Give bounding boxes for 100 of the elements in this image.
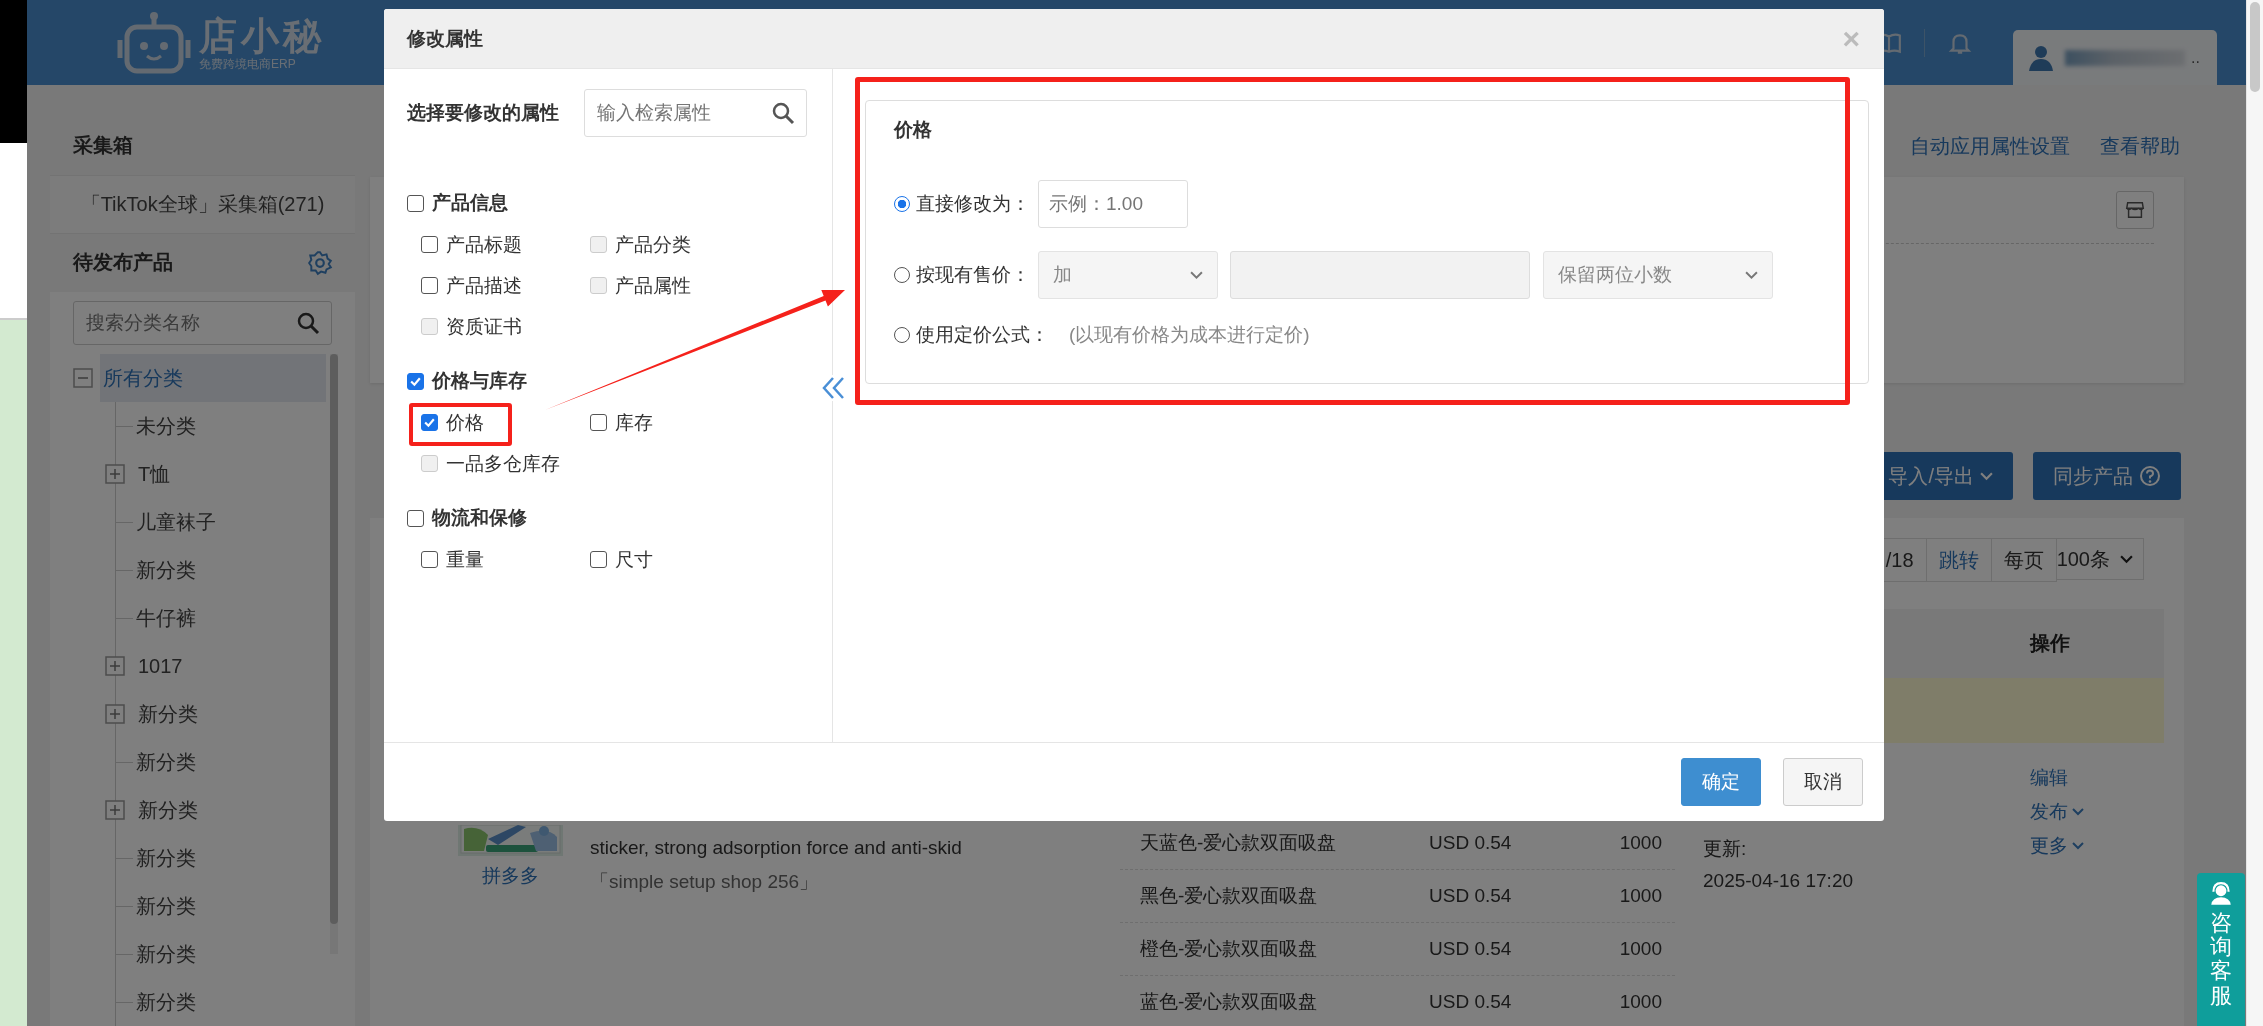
- checkbox-label: 价格: [446, 410, 484, 435]
- variant-stock: 1000: [1619, 938, 1663, 960]
- scrollbar[interactable]: [2246, 0, 2263, 1026]
- tree-item[interactable]: 新分类: [138, 690, 198, 738]
- per-page-select[interactable]: 100条: [2056, 538, 2144, 580]
- action-link[interactable]: 编辑: [2030, 761, 2068, 795]
- tree-item[interactable]: 未分类: [136, 402, 196, 450]
- option-note: (以现有价格为成本进行定价): [1069, 323, 1310, 347]
- tree-item[interactable]: 新分类: [136, 978, 196, 1026]
- checkbox-label: 产品属性: [615, 273, 691, 298]
- section-header: 采集箱: [50, 115, 355, 175]
- sync-button[interactable]: 同步产品: [2033, 452, 2181, 500]
- checkbox[interactable]: [407, 194, 424, 212]
- expand-icon[interactable]: [105, 464, 125, 484]
- chevron-down-icon: [1190, 270, 1203, 280]
- checkbox[interactable]: [407, 372, 424, 390]
- logo-text: 店小秘: [199, 14, 325, 57]
- checkbox[interactable]: [590, 551, 607, 568]
- tree-item[interactable]: 新分类: [136, 738, 196, 786]
- radio-button[interactable]: [894, 327, 910, 343]
- support-button[interactable]: 咨询客服: [2197, 873, 2245, 1026]
- section-title: 待发布产品: [73, 250, 173, 276]
- scrollbar[interactable]: [330, 354, 338, 954]
- tree-item[interactable]: 新分类: [136, 930, 196, 978]
- tree-item[interactable]: 1017: [138, 642, 183, 690]
- checkbox-label: 重量: [446, 547, 484, 572]
- checkbox[interactable]: [421, 551, 438, 568]
- variant-name: 黑色-爱心款双面吸盘: [1139, 884, 1319, 908]
- tree-item[interactable]: 新分类: [136, 546, 196, 594]
- shop-name: 「simple setup shop 256」: [590, 870, 820, 894]
- action-link[interactable]: 发布: [2030, 795, 2084, 829]
- expand-icon[interactable]: [105, 800, 125, 820]
- search-icon[interactable]: [771, 101, 795, 125]
- rounding-select[interactable]: 保留两位小数: [1543, 251, 1773, 299]
- checkbox-label: 产品标题: [446, 232, 522, 257]
- tree-item[interactable]: 所有分类: [100, 354, 326, 402]
- link[interactable]: 查看帮助: [2100, 132, 2180, 160]
- search-icon[interactable]: [296, 310, 320, 335]
- option-label: 使用定价公式：: [916, 323, 1049, 347]
- per-page-label: 每页: [1991, 538, 2057, 582]
- operation-select[interactable]: 加: [1038, 251, 1218, 299]
- action-link[interactable]: 更多: [2030, 829, 2084, 863]
- group-label: 价格与库存: [432, 369, 527, 393]
- tree-item[interactable]: 牛仔裤: [136, 594, 196, 642]
- checkbox[interactable]: [407, 509, 424, 527]
- robot-logo-icon: [117, 11, 191, 74]
- variant-name: 天蓝色-爱心款双面吸盘: [1139, 831, 1338, 855]
- update-label: 更新:: [1703, 837, 1748, 861]
- checkbox[interactable]: [590, 414, 607, 431]
- checkbox-label: 库存: [615, 410, 653, 435]
- tree-item[interactable]: T恤: [138, 450, 171, 498]
- tree-item[interactable]: 儿童袜子: [136, 498, 216, 546]
- store-button[interactable]: [2116, 191, 2154, 229]
- option-label: 直接修改为：: [916, 192, 1031, 216]
- checkbox[interactable]: [421, 236, 438, 253]
- collapse-icon[interactable]: [73, 368, 93, 388]
- checkbox[interactable]: [421, 277, 438, 294]
- variant-stock: 1000: [1619, 832, 1663, 854]
- chevron-down-icon: [2072, 808, 2084, 816]
- expand-icon[interactable]: [105, 704, 125, 724]
- checkbox-label: 资质证书: [446, 314, 522, 339]
- column-header: 操作: [2028, 631, 2071, 656]
- checkbox-label: 产品描述: [446, 273, 522, 298]
- settings-icon[interactable]: [307, 249, 333, 276]
- source-link[interactable]: 拼多多: [481, 861, 539, 891]
- chevron-down-icon: [1745, 270, 1758, 280]
- radio-button[interactable]: [894, 196, 910, 212]
- link[interactable]: 自动应用属性设置: [1910, 132, 2070, 160]
- checkbox-label: 尺寸: [615, 547, 653, 572]
- chevron-down-icon: [1980, 471, 1993, 481]
- dialog-title: 修改属性: [407, 26, 483, 51]
- chevron-down-icon: [2072, 842, 2084, 850]
- tree-item[interactable]: 新分类: [138, 786, 198, 834]
- tree-item[interactable]: 新分类: [136, 834, 196, 882]
- variant-price: USD 0.54: [1429, 991, 1513, 1013]
- checkbox[interactable]: [421, 414, 438, 431]
- group-label: 产品信息: [432, 191, 508, 215]
- panel-title: 价格: [894, 118, 933, 142]
- variant-stock: 1000: [1619, 991, 1663, 1013]
- price-input[interactable]: 示例：1.00: [1038, 180, 1188, 228]
- variant-stock: 1000: [1619, 885, 1663, 907]
- expand-icon[interactable]: [105, 656, 125, 676]
- search-field[interactable]: 搜索分类名称: [73, 300, 332, 345]
- user-menu[interactable]: ..: [2013, 30, 2217, 85]
- variant-price: USD 0.54: [1429, 885, 1513, 907]
- group-label: 物流和保修: [432, 506, 527, 530]
- variant-price: USD 0.54: [1429, 832, 1513, 854]
- radio-button[interactable]: [894, 267, 910, 283]
- tree-item[interactable]: 新分类: [136, 882, 196, 930]
- checkbox-label: 产品分类: [615, 232, 691, 257]
- help-icon: [2139, 465, 2161, 487]
- jump-link[interactable]: 跳转: [1926, 538, 1992, 582]
- update-time: 2025-04-16 17:20: [1703, 869, 1854, 893]
- variant-price: USD 0.54: [1429, 938, 1513, 960]
- cancel-button[interactable]: 取消: [1783, 758, 1863, 806]
- prompt-label: 选择要修改的属性: [407, 101, 560, 125]
- variant-name: 蓝色-爱心款双面吸盘: [1139, 990, 1319, 1014]
- search-field[interactable]: 输入检索属性: [584, 89, 807, 137]
- checkbox-label: 一品多仓库存: [446, 451, 560, 476]
- confirm-button[interactable]: 确定: [1681, 758, 1761, 806]
